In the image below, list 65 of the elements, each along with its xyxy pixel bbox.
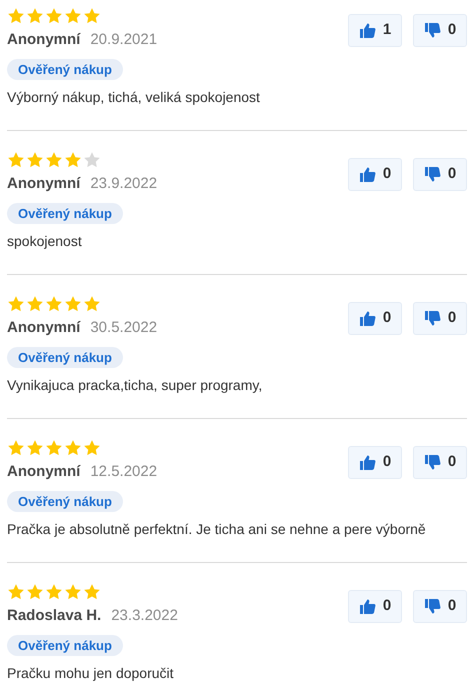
- thumbs-down-icon: [424, 166, 441, 183]
- thumbs-up-icon: [358, 310, 376, 327]
- star-icon: [26, 151, 44, 169]
- star-icon: [45, 583, 63, 601]
- verified-badge: Ověřený nákup: [7, 347, 123, 368]
- author-name: Anonymní: [7, 462, 80, 482]
- review-date: 30.5.2022: [90, 318, 158, 338]
- thumbs-up-icon: [358, 598, 376, 615]
- star-icon: [83, 439, 101, 457]
- author-name: Radoslava H.: [7, 606, 102, 626]
- review-date: 20.9.2021: [90, 30, 158, 50]
- star-icon: [7, 583, 25, 601]
- author-name: Anonymní: [7, 174, 80, 194]
- star-icon: [26, 583, 44, 601]
- verified-badge: Ověřený nákup: [7, 491, 123, 512]
- review-text: Vynikajuca pracka,ticha, super programy,: [7, 376, 262, 395]
- star-icon: [7, 7, 25, 25]
- thumbs-up-icon: [358, 166, 376, 183]
- star-icon: [83, 583, 101, 601]
- verified-badge: Ověřený nákup: [7, 59, 123, 80]
- like-button[interactable]: 0: [348, 302, 402, 335]
- thumbs-down-icon: [424, 454, 441, 471]
- like-button[interactable]: 0: [348, 590, 402, 623]
- star-icon: [83, 151, 101, 169]
- review-date: 12.5.2022: [90, 462, 158, 482]
- review-text: Pračku mohu jen doporučit: [7, 664, 175, 683]
- like-button[interactable]: 0: [348, 446, 402, 479]
- star-icon: [45, 151, 63, 169]
- star-icon: [26, 439, 44, 457]
- thumbs-up-icon: [358, 454, 376, 471]
- star-icon: [64, 151, 82, 169]
- review-date: 23.3.2022: [111, 606, 178, 626]
- star-icon: [64, 7, 82, 25]
- star-icon: [26, 7, 44, 25]
- like-button[interactable]: 0: [348, 158, 402, 191]
- star-icon: [83, 295, 101, 313]
- star-icon: [45, 295, 63, 313]
- verified-badge: Ověřený nákup: [7, 203, 123, 224]
- thumbs-down-icon: [424, 310, 441, 327]
- star-icon: [45, 7, 63, 25]
- review-text: Výborný nákup, tichá, veliká spokojenost: [7, 88, 260, 107]
- review-date: 23.9.2022: [90, 174, 158, 194]
- author-name: Anonymní: [7, 30, 80, 50]
- star-icon: [45, 439, 63, 457]
- star-icon: [64, 295, 82, 313]
- review-text: Pračka je absolutně perfektní. Je ticha ani se nehne a pere výborně: [7, 520, 426, 539]
- star-icon: [64, 583, 82, 601]
- star-icon: [26, 295, 44, 313]
- verified-badge: Ověřený nákup: [7, 635, 123, 656]
- review-text: spokojenost: [7, 232, 83, 251]
- like-button[interactable]: 1: [348, 14, 402, 47]
- author-name: Anonymní: [7, 318, 80, 338]
- thumbs-down-icon: [424, 22, 441, 39]
- star-icon: [7, 151, 25, 169]
- star-icon: [64, 439, 82, 457]
- star-icon: [7, 295, 25, 313]
- dislike-button[interactable]: 0: [413, 14, 467, 47]
- star-icon: [83, 7, 101, 25]
- thumbs-up-icon: [358, 22, 376, 39]
- dislike-button[interactable]: 0: [413, 590, 467, 623]
- dislike-button[interactable]: 0: [413, 302, 467, 335]
- thumbs-down-icon: [424, 598, 441, 615]
- star-icon: [7, 439, 25, 457]
- dislike-button[interactable]: 0: [413, 158, 467, 191]
- dislike-button[interactable]: 0: [413, 446, 467, 479]
